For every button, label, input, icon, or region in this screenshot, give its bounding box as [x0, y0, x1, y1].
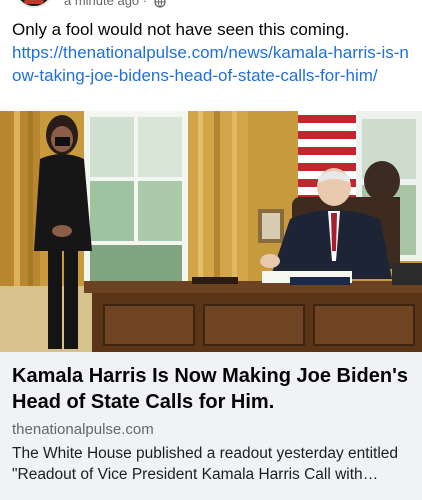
globe-icon	[154, 0, 166, 8]
post-header: a minute ago ·	[0, 0, 422, 14]
post-link[interactable]: https://thenationalpulse.com/news/kamala…	[12, 41, 412, 87]
post-meta: a minute ago ·	[64, 0, 166, 9]
link-preview-title[interactable]: Kamala Harris Is Now Making Joe Biden's …	[12, 363, 410, 415]
avatar[interactable]	[14, 0, 54, 8]
link-preview-meta: Kamala Harris Is Now Making Joe Biden's …	[0, 352, 422, 500]
avatar-logo-mark	[24, 0, 44, 4]
link-preview-domain: thenationalpulse.com	[12, 421, 154, 438]
post-timestamp[interactable]: a minute ago	[64, 0, 139, 8]
oval-office-photo	[0, 111, 422, 352]
post-body: Only a fool would not have seen this com…	[12, 18, 412, 87]
link-preview-card[interactable]: Kamala Harris Is Now Making Joe Biden's …	[0, 111, 422, 500]
post-message: Only a fool would not have seen this com…	[12, 20, 350, 39]
link-preview-image[interactable]	[0, 111, 422, 352]
meta-separator: ·	[142, 0, 148, 8]
link-preview-description: The White House published a readout yest…	[12, 445, 399, 483]
